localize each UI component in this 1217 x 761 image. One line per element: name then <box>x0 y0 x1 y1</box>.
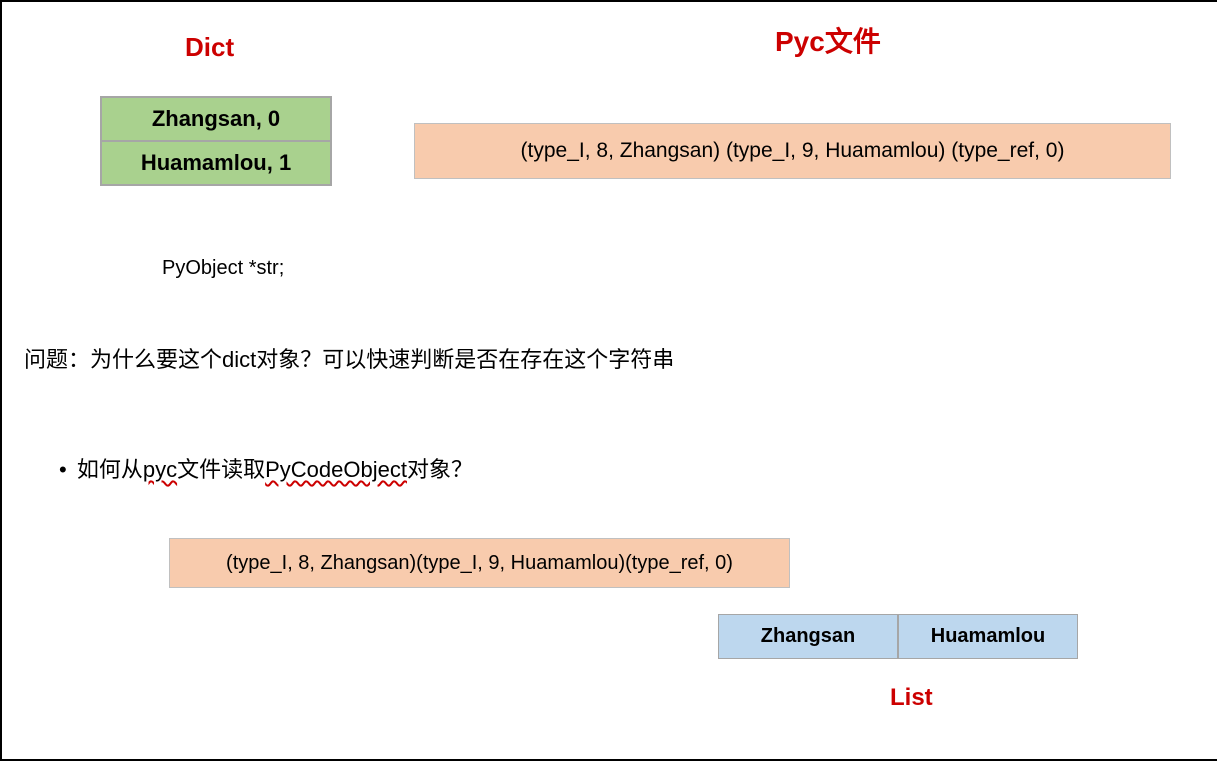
pyobject-declaration: PyObject *str; <box>162 257 284 280</box>
dict-row-0: Zhangsan, 0 <box>101 97 331 141</box>
bullet-suffix: 对象？ <box>407 457 473 482</box>
dict-header: Dict <box>185 32 234 63</box>
list-table: Zhangsan Huamamlou <box>718 614 1078 659</box>
list-cell-1: Huamamlou <box>898 614 1078 659</box>
bullet-spell-pyc: pyc <box>143 457 177 482</box>
bullet-mid: 文件读取 <box>177 457 265 482</box>
dict-row-1: Huamamlou, 1 <box>101 141 331 185</box>
bullet-spell-pycodeobject: PyCodeObject <box>265 457 407 482</box>
pyc-file-box-1: (type_I, 8, Zhangsan) (type_I, 9, Huamam… <box>414 123 1171 179</box>
list-cell-0: Zhangsan <box>718 614 898 659</box>
list-label: List <box>890 684 933 712</box>
bullet-read-pycodeobject: 如何从pyc文件读取PyCodeObject对象？ <box>59 452 473 484</box>
question-text: 问题：为什么要这个dict对象？可以快速判断是否在存在这个字符串 <box>24 342 674 374</box>
bullet-prefix: 如何从 <box>77 457 143 482</box>
dict-table: Zhangsan, 0 Huamamlou, 1 <box>100 96 332 186</box>
pyc-header: Pyc文件 <box>775 20 881 60</box>
pyc-file-box-2: (type_I, 8, Zhangsan)(type_I, 9, Huamaml… <box>169 538 790 588</box>
